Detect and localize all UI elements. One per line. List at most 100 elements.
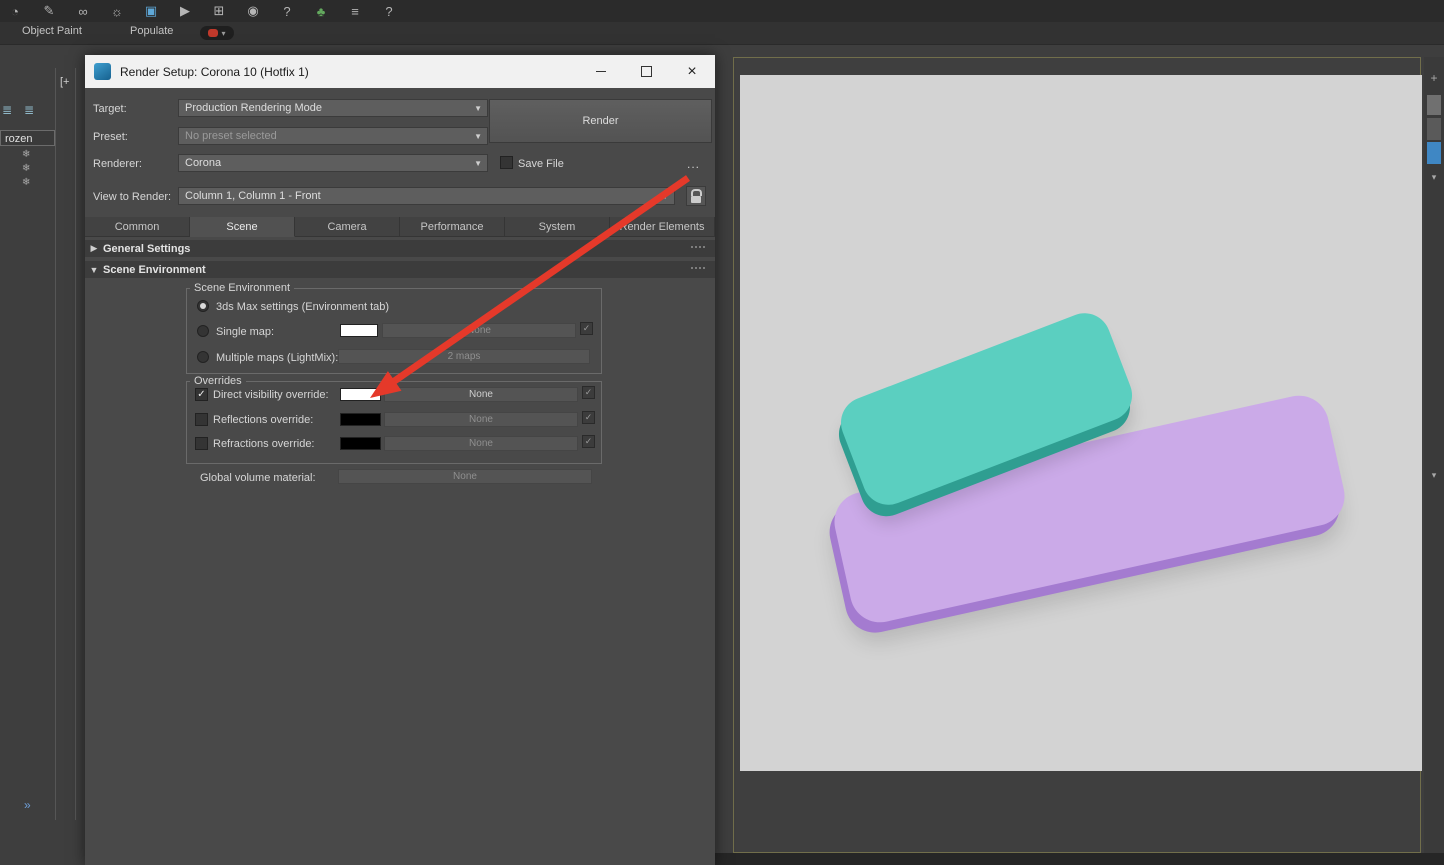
scrollbar-track-segment[interactable]	[1427, 118, 1441, 140]
preset-dropdown[interactable]: No preset selected ▼	[178, 127, 488, 145]
paint-tool-icon[interactable]: ✎	[40, 3, 58, 19]
viewport[interactable]	[733, 57, 1421, 853]
direct-visibility-slot-button[interactable]: None	[384, 387, 578, 402]
layer-explorer-icon[interactable]: ≣	[24, 103, 34, 117]
multiple-maps-button[interactable]: 2 maps	[338, 349, 590, 364]
scene-environment-group-title: Scene Environment	[190, 282, 294, 294]
chevron-down-icon[interactable]: ▾	[1424, 172, 1444, 183]
chevron-down-icon[interactable]: ▾	[1424, 470, 1444, 481]
view-to-render-dropdown[interactable]: Column 1, Column 1 - Front ▼	[178, 187, 675, 205]
frozen-toggle-icon[interactable]: ❄	[22, 149, 30, 160]
eye-icon[interactable]: ◉	[244, 3, 262, 19]
record-icon	[208, 29, 218, 37]
direct-visibility-label: Direct visibility override:	[213, 389, 329, 401]
save-file-checkbox[interactable]	[500, 156, 513, 169]
radio-multiple-maps-label: Multiple maps (LightMix):	[216, 352, 338, 364]
tab-performance[interactable]: Performance	[400, 217, 505, 237]
drag-grip-icon[interactable]	[691, 246, 705, 248]
frozen-toggle-icon[interactable]: ❄	[22, 163, 30, 174]
add-icon[interactable]: +	[1424, 71, 1444, 85]
tab-render-elements[interactable]: Render Elements	[610, 217, 715, 237]
list-icon[interactable]: ≡	[346, 4, 364, 19]
global-volume-button[interactable]: None	[338, 469, 592, 484]
viewport-canvas[interactable]	[740, 75, 1422, 771]
refractions-slot-button[interactable]: None	[384, 436, 578, 451]
ribbon-tab-populate[interactable]: Populate	[130, 25, 173, 37]
chevron-down-icon: ▼	[661, 192, 669, 201]
help2-circle-icon[interactable]: ?	[380, 4, 398, 19]
reflections-color-swatch[interactable]	[340, 413, 381, 426]
right-scroll-rail: + ▾ ▾	[1424, 57, 1444, 853]
rollout-scene-environment[interactable]: ▼ Scene Environment	[85, 261, 715, 278]
refractions-slot-label: None	[469, 438, 493, 449]
direct-visibility-color-swatch[interactable]	[340, 388, 381, 401]
radio-3dsmax-settings[interactable]	[197, 300, 209, 312]
reflections-enable-checkbox[interactable]: ✓	[582, 411, 595, 424]
single-map-color-swatch[interactable]	[340, 324, 378, 337]
preset-label: Preset:	[93, 131, 128, 143]
global-volume-value-label: None	[453, 471, 477, 482]
maximize-button[interactable]	[631, 55, 661, 88]
radio-single-map-label: Single map:	[216, 326, 274, 338]
save-file-browse-button[interactable]: ...	[687, 157, 700, 171]
lock-view-button[interactable]	[686, 186, 706, 206]
refractions-label: Refractions override:	[213, 438, 315, 450]
tab-camera[interactable]: Camera	[295, 217, 400, 237]
renderer-dropdown[interactable]: Corona ▼	[178, 154, 488, 172]
single-map-enable-checkbox[interactable]: ✓	[580, 322, 593, 335]
scene-explorer-icon[interactable]: ≣	[2, 103, 12, 117]
link-icon[interactable]: ∞	[74, 4, 92, 19]
target-value: Production Rendering Mode	[185, 102, 322, 114]
viewport-menu-label[interactable]: [+	[60, 76, 69, 88]
rollout-general-settings[interactable]: ▶ General Settings	[85, 240, 715, 257]
panel-divider	[75, 68, 76, 820]
panel-icon[interactable]: ▣	[142, 3, 160, 19]
reflections-slot-label: None	[469, 414, 493, 425]
direct-visibility-checkbox[interactable]: ✓	[195, 388, 208, 401]
chevron-down-icon: ▼	[474, 104, 482, 113]
radio-multiple-maps[interactable]	[197, 351, 209, 363]
chevron-right-icon: ▶	[85, 243, 103, 254]
main-toolbar: ◔ ✎ ∞ ☼ ▣ ▶ ⊞ ◉ ? ♣ ≡ ?	[0, 0, 1444, 22]
refractions-color-swatch[interactable]	[340, 437, 381, 450]
frozen-column-header[interactable]: rozen	[0, 130, 55, 146]
expand-more-button[interactable]: »	[24, 798, 31, 812]
radio-single-map[interactable]	[197, 325, 209, 337]
target-label: Target:	[93, 103, 127, 115]
reflections-slot-button[interactable]: None	[384, 412, 578, 427]
single-map-slot-button[interactable]: None	[382, 323, 576, 338]
single-map-slot-label: None	[467, 325, 491, 336]
tab-system[interactable]: System	[505, 217, 610, 237]
render-button[interactable]: Render	[489, 99, 712, 143]
reflections-label: Reflections override:	[213, 414, 313, 426]
play-panel-icon[interactable]: ▶	[176, 3, 194, 19]
reflections-checkbox[interactable]	[195, 413, 208, 426]
refractions-checkbox[interactable]	[195, 437, 208, 450]
grid-plus-icon[interactable]: ⊞	[210, 3, 228, 19]
minimize-button[interactable]	[586, 55, 616, 88]
target-dropdown[interactable]: Production Rendering Mode ▼	[178, 99, 488, 117]
tab-scene[interactable]: Scene	[190, 217, 295, 237]
radio-3dsmax-settings-label: 3ds Max settings (Environment tab)	[216, 301, 389, 313]
direct-visibility-enable-checkbox[interactable]: ✓	[582, 386, 595, 399]
scrollbar-thumb[interactable]	[1427, 95, 1441, 115]
refractions-enable-checkbox[interactable]: ✓	[582, 435, 595, 448]
drag-grip-icon[interactable]	[691, 267, 705, 269]
frozen-toggle-icon[interactable]: ❄	[22, 177, 30, 188]
global-volume-label: Global volume material:	[200, 472, 316, 484]
dialog-titlebar[interactable]: Render Setup: Corona 10 (Hotfix 1) ×	[85, 55, 715, 88]
ribbon-tab-object-paint[interactable]: Object Paint	[22, 25, 82, 37]
help-circle-icon[interactable]: ?	[278, 4, 296, 19]
view-to-render-value: Column 1, Column 1 - Front	[185, 190, 321, 202]
view-to-render-label: View to Render:	[93, 191, 171, 203]
tree-icon[interactable]: ♣	[312, 4, 330, 19]
rollout-general-title: General Settings	[103, 243, 190, 255]
selected-tool-highlight[interactable]	[1427, 142, 1441, 164]
tab-common[interactable]: Common	[85, 217, 190, 237]
close-button[interactable]: ×	[677, 55, 707, 88]
light-icon[interactable]: ☼	[108, 4, 126, 19]
render-preview-capsule[interactable]: ▾	[200, 26, 234, 40]
chevron-down-icon: ▼	[474, 159, 482, 168]
selection-region-icon[interactable]: ◔	[6, 4, 24, 19]
multiple-maps-label: 2 maps	[448, 351, 481, 362]
